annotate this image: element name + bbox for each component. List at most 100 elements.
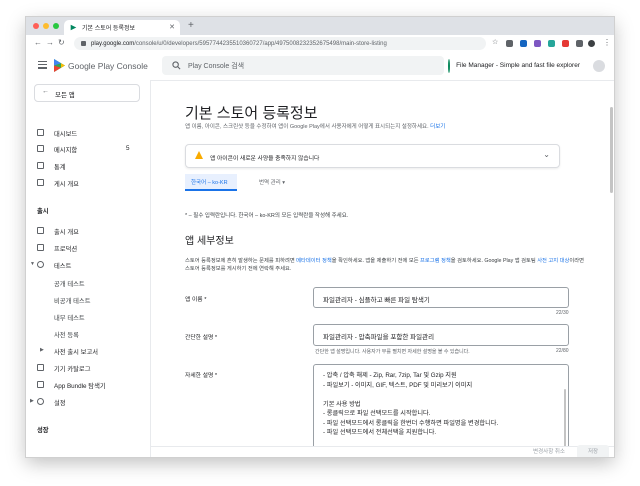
browser-window: 기본 스토어 등록정보 ✕ + ← → ↻ play.google.com/co…	[26, 17, 614, 457]
sidebar-item-internal-testing[interactable]: 내부 테스트	[26, 311, 150, 323]
extension-icon[interactable]	[520, 40, 527, 47]
short-description-helper: 간단한 앱 설명입니다. 사용자가 부를 펼치면 자세한 설명을 볼 수 있습니…	[315, 349, 470, 355]
sidebar-item-label: App Bundle 탐색기	[54, 383, 106, 390]
search-icon	[172, 61, 181, 70]
sidebar-item-label: 출시 개요	[54, 229, 79, 236]
new-tab-button[interactable]: +	[188, 20, 194, 31]
sidebar-section-growth: 성장	[37, 427, 49, 434]
testing-icon	[37, 261, 44, 268]
sidebar-item-label: 공개 테스트	[54, 281, 85, 288]
chevron-right-icon: ▶	[40, 347, 44, 353]
app-selector[interactable]: File Manager - Simple and fast file expl…	[448, 56, 580, 75]
more-vert-icon[interactable]: ⋮	[603, 38, 611, 47]
play-favicon-icon	[70, 24, 77, 31]
main-content: 기본 스토어 등록정보 앱 이름, 아이콘, 스크린샷 등을 수정하여 앱이 G…	[151, 80, 606, 446]
warning-text: 앱 아이콘이 새로운 사양을 충족하지 않습니다	[210, 156, 320, 162]
menu-icon[interactable]	[38, 61, 47, 71]
sidebar-item-dashboard[interactable]: 대시보드	[26, 127, 150, 139]
inbox-count-badge: 5	[126, 145, 130, 152]
sidebar-item-pre-registration[interactable]: 사전 등록	[26, 328, 150, 340]
tab-title: 기본 스토어 등록정보	[82, 26, 136, 32]
program-policy-link[interactable]: 프로그램 정책	[420, 258, 451, 264]
tab-bar: 기본 스토어 등록정보 ✕ +	[26, 17, 614, 35]
sidebar-item-release-overview[interactable]: 출시 개요	[26, 225, 150, 237]
sidebar-item-inbox[interactable]: 메시지함 5	[26, 143, 150, 155]
sidebar-section-release: 출시	[37, 208, 49, 215]
bundle-icon	[37, 381, 44, 388]
language-tab-ko-kr[interactable]: 한국어 – ko-KR	[185, 174, 237, 191]
browser-tab[interactable]: 기본 스토어 등록정보 ✕	[64, 20, 180, 35]
extension-icon[interactable]	[548, 40, 555, 47]
section-description: 스토어 등록정보에 흔히 발생하는 문제를 피하려면 메타데이터 정책을 확인하…	[185, 258, 584, 272]
page-title: 기본 스토어 등록정보	[185, 105, 318, 122]
short-description-input[interactable]: 파일관리자 - 압축파일을 포함한 파일관리	[313, 324, 569, 346]
translation-menu[interactable]: 번역 관리 ▾	[259, 178, 285, 186]
extension-icon[interactable]	[506, 40, 513, 47]
section-title: 앱 세부정보	[185, 236, 234, 247]
extension-icon[interactable]	[562, 40, 569, 47]
sidebar-item-app-bundle-explorer[interactable]: App Bundle 탐색기	[26, 379, 150, 391]
app-icon	[448, 58, 451, 73]
search-placeholder: Play Console 검색	[188, 63, 245, 70]
sidebar-item-label: 내부 테스트	[54, 315, 85, 322]
sidebar-item-label: 비공개 테스트	[54, 298, 91, 305]
short-description-value: 파일관리자 - 압축파일을 포함한 파일관리	[323, 334, 435, 341]
window-controls	[33, 23, 59, 29]
all-apps-button[interactable]: ← 모든 앱	[34, 84, 140, 102]
textarea-scrollbar[interactable]	[564, 389, 566, 446]
short-description-counter: 22/80	[556, 348, 569, 354]
full-description-textarea[interactable]: - 압축 / 압축 해제 - Zip, Rar, 7zip, Tar 및 Gzi…	[313, 364, 569, 446]
all-apps-label: 모든 앱	[55, 92, 75, 99]
sidebar-item-device-catalog[interactable]: 기기 카탈로그	[26, 362, 150, 374]
grid-icon	[37, 227, 44, 234]
app-name-value: 파일관리자 - 심플하고 빠른 파일 탐색기	[323, 297, 430, 304]
address-bar-row: ← → ↻ play.google.com/console/u/0/develo…	[26, 35, 614, 53]
app-name-input[interactable]: 파일관리자 - 심플하고 빠른 파일 탐색기	[313, 287, 569, 308]
console-search-input[interactable]: Play Console 검색	[162, 56, 444, 75]
discard-changes-button[interactable]: 변경사항 취소	[527, 445, 571, 457]
url-field[interactable]: play.google.com/console/u/0/developers/5…	[74, 37, 486, 50]
close-tab-icon[interactable]: ✕	[169, 23, 175, 31]
reload-icon[interactable]: ↻	[58, 38, 65, 47]
puzzle-icon[interactable]	[576, 40, 583, 47]
extension-icon[interactable]	[534, 40, 541, 47]
required-note: * – 필수 입력란입니다. 한국어 – ko-KR의 모든 입력란을 작성해 …	[185, 213, 349, 219]
close-window-button[interactable]	[33, 23, 39, 29]
advance-notice-link[interactable]: 사전 고지 대상	[537, 258, 569, 264]
back-arrow-icon[interactable]: ←	[34, 38, 42, 47]
star-icon[interactable]: ☆	[492, 38, 499, 46]
icon-warning-banner[interactable]: 앱 아이콘이 새로운 사양을 충족하지 않습니다 ⌄	[185, 144, 560, 168]
publishing-icon	[37, 179, 44, 186]
metadata-policy-link[interactable]: 메타데이터 정책	[296, 258, 332, 264]
sidebar-item-pre-launch-report[interactable]: ▶ 사전 출시 보고서	[26, 345, 150, 357]
forward-arrow-icon[interactable]: →	[46, 38, 54, 47]
sidebar-item-production[interactable]: 프로덕션	[26, 242, 150, 254]
sidebar-item-closed-testing[interactable]: 비공개 테스트	[26, 294, 150, 306]
short-description-label: 간단한 설명 *	[185, 335, 218, 341]
page-scrollbar[interactable]	[610, 107, 613, 193]
account-avatar[interactable]	[593, 60, 605, 72]
page-description: 앱 이름, 아이콘, 스크린샷 등을 수정하여 앱이 Google Play에서…	[185, 124, 446, 130]
sidebar-item-testing[interactable]: ▼ 테스트	[26, 259, 150, 271]
bell-icon	[37, 244, 44, 251]
sidebar-item-settings[interactable]: ▶ 설정	[26, 396, 150, 408]
maximize-window-button[interactable]	[53, 23, 59, 29]
device-icon	[37, 364, 44, 371]
lock-icon	[81, 41, 86, 46]
dashboard-icon	[37, 129, 44, 136]
full-description-label: 자세한 설명 *	[185, 373, 218, 379]
chevron-down-icon[interactable]: ⌄	[543, 150, 550, 159]
profile-avatar[interactable]	[588, 40, 595, 47]
app-name-label: 앱 이름 *	[185, 297, 207, 303]
save-button[interactable]: 저장	[577, 445, 609, 457]
google-play-logo-icon	[54, 59, 65, 72]
minimize-window-button[interactable]	[43, 23, 49, 29]
sidebar: ← 모든 앱 대시보드 메시지함 5 통계 게시 개요 출시 출시 개요 프로덕…	[26, 80, 151, 457]
sidebar-item-stats[interactable]: 통계	[26, 160, 150, 172]
learn-more-link[interactable]: 더보기	[430, 124, 445, 130]
sidebar-item-publishing-overview[interactable]: 게시 개요	[26, 177, 150, 189]
sidebar-item-label: 게시 개요	[54, 181, 79, 188]
warning-icon	[195, 151, 203, 159]
sidebar-item-open-testing[interactable]: 공개 테스트	[26, 277, 150, 289]
sidebar-item-label: 프로덕션	[54, 246, 78, 253]
